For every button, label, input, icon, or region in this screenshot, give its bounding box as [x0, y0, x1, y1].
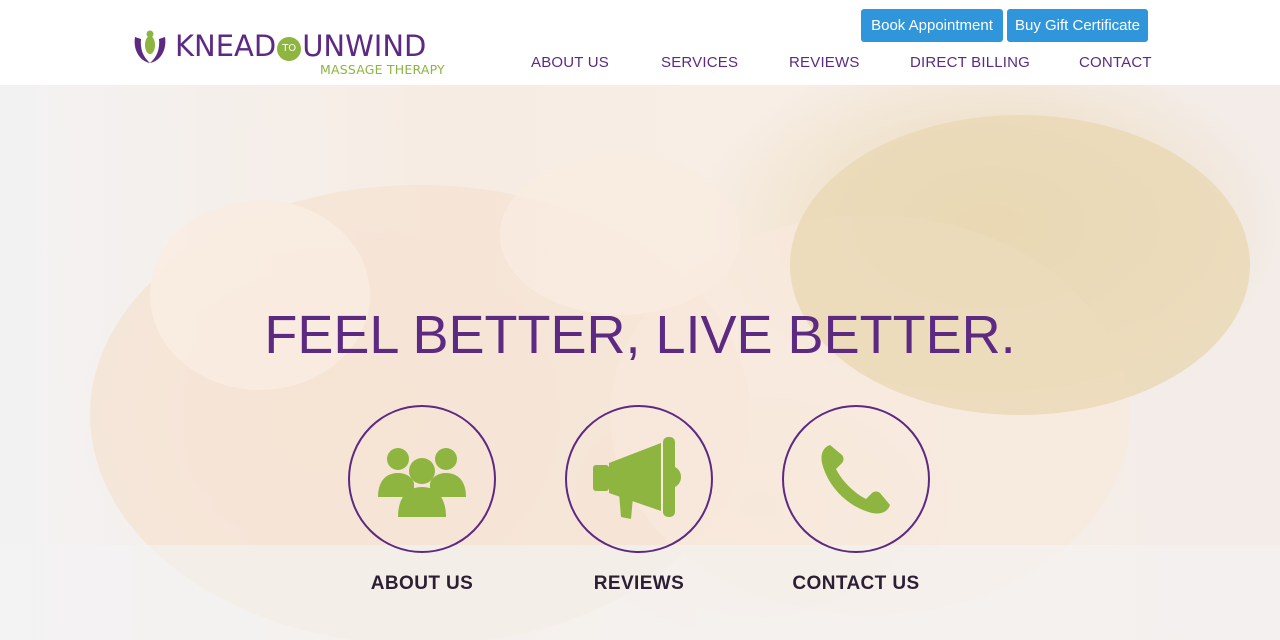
people-icon	[378, 448, 466, 517]
feature-circle	[565, 405, 713, 553]
phone-icon	[821, 445, 890, 514]
feature-reviews[interactable]: REVIEWS	[565, 405, 715, 605]
feature-label: ABOUT US	[370, 573, 474, 594]
logo-wordmark: KNEAD TO UNWIND	[175, 30, 426, 62]
logo-tagline: MASSAGE THERAPY	[320, 62, 445, 77]
feature-circle	[782, 405, 930, 553]
logo-connector-badge: TO	[277, 37, 302, 61]
nav-services[interactable]: SERVICES	[661, 54, 738, 71]
feature-about-us[interactable]: ABOUT US	[348, 405, 498, 605]
hero-headline: FEEL BETTER, LIVE BETTER.	[264, 305, 1016, 365]
book-appointment-button[interactable]: Book Appointment	[861, 9, 1003, 42]
site-logo[interactable]: KNEAD TO UNWIND MASSAGE THERAPY	[131, 27, 461, 81]
feature-contact-us[interactable]: CONTACT US	[782, 405, 932, 605]
feature-circle	[348, 405, 496, 553]
nav-about-us[interactable]: ABOUT US	[531, 54, 609, 71]
feature-label: REVIEWS	[593, 573, 685, 594]
lotus-hands-icon	[134, 30, 166, 63]
megaphone-icon	[593, 437, 681, 519]
buy-gift-certificate-button[interactable]: Buy Gift Certificate	[1007, 9, 1148, 42]
nav-contact[interactable]: CONTACT	[1079, 54, 1152, 71]
hero-banner: FEEL BETTER, LIVE BETTER. ABOUT US REVIE…	[0, 85, 1280, 640]
logo-word-knead: KNEAD	[175, 29, 277, 63]
feature-label: CONTACT US	[792, 573, 920, 594]
logo-word-unwind: UNWIND	[302, 29, 427, 63]
site-header: KNEAD TO UNWIND MASSAGE THERAPY Book Appoi…	[0, 0, 1280, 85]
nav-direct-billing[interactable]: DIRECT BILLING	[910, 54, 1030, 71]
nav-reviews[interactable]: REVIEWS	[789, 54, 860, 71]
